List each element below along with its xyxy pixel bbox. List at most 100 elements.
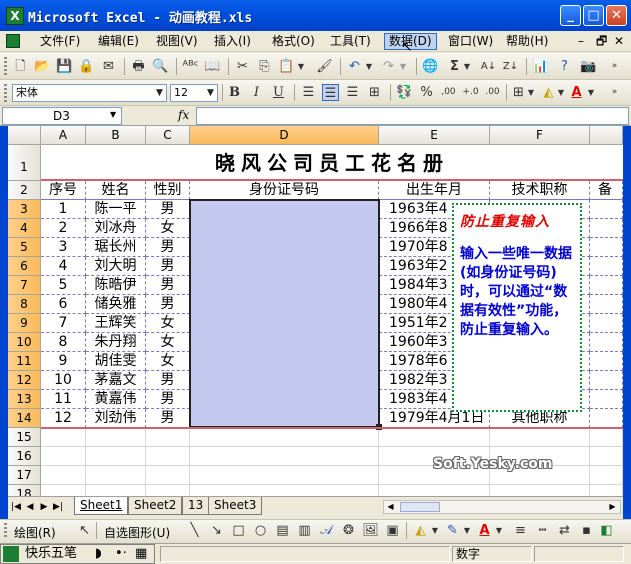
line-color-dropdown-icon[interactable]: ▼ (462, 522, 472, 539)
select-objects-icon[interactable]: ↖ (76, 522, 93, 539)
header-cell-birth[interactable]: 出生年月 (379, 181, 490, 200)
borders-dropdown-icon[interactable]: ▼ (526, 84, 536, 101)
cell-no[interactable]: 3 (41, 238, 86, 257)
cell-sex[interactable]: 男 (146, 371, 190, 390)
column-header-c[interactable]: C (146, 126, 190, 145)
research-icon[interactable]: 📖 (204, 58, 221, 75)
doc-restore-button[interactable]: 🗗 (592, 33, 611, 50)
cell-no[interactable]: 9 (41, 352, 86, 371)
header-cell-name[interactable]: 姓名 (86, 181, 146, 200)
name-box[interactable]: D3 (2, 107, 122, 125)
row-header-9[interactable]: 9 (8, 314, 41, 333)
horizontal-scrollbar[interactable]: ◀ ▶ (383, 500, 621, 514)
doc-close-button[interactable]: ✕ (610, 33, 628, 50)
format-painter-icon[interactable]: 🖌 (316, 58, 333, 75)
hyperlink-icon[interactable]: 🌐 (422, 58, 439, 75)
font-color-icon[interactable]: A (476, 522, 493, 539)
cell-remark[interactable] (590, 200, 623, 219)
column-header-f[interactable]: F (490, 126, 590, 145)
doc-minimize-button[interactable]: – (574, 33, 588, 50)
cell-remark[interactable] (590, 257, 623, 276)
select-all-corner[interactable] (8, 126, 41, 145)
cell-sex[interactable]: 女 (146, 333, 190, 352)
font-size-combo[interactable]: 12 ▼ (170, 84, 218, 102)
copy-icon[interactable]: ⎘ (256, 58, 273, 75)
underline-button[interactable]: U (270, 84, 287, 101)
font-color-dropdown-icon[interactable]: ▼ (494, 522, 504, 539)
cell-remark[interactable] (590, 238, 623, 257)
borders-icon[interactable]: ⊞ (510, 84, 527, 101)
cell-remark[interactable] (590, 409, 623, 428)
line-icon[interactable]: ╲ (186, 522, 203, 539)
cell-no[interactable]: 10 (41, 371, 86, 390)
scroll-thumb[interactable] (400, 502, 440, 512)
comma-style-button[interactable]: ,00 (440, 84, 457, 101)
menu-tools[interactable]: 工具(T) (326, 33, 375, 50)
column-header-b[interactable]: B (86, 126, 146, 145)
print-preview-icon[interactable]: 🔍 (152, 58, 169, 75)
fill-color-dropdown-icon[interactable]: ▼ (556, 84, 566, 101)
soft-keyboard-icon[interactable]: ▦ (135, 545, 147, 563)
cell-no[interactable]: 11 (41, 390, 86, 409)
cell-no[interactable]: 8 (41, 333, 86, 352)
excel-app-icon[interactable]: X (6, 7, 24, 25)
autosum-icon[interactable]: Σ (446, 58, 463, 75)
cell-no[interactable]: 7 (41, 314, 86, 333)
cell-name[interactable]: 刘冰舟 (86, 219, 146, 238)
close-button[interactable]: ✕ (606, 5, 627, 26)
cell-no[interactable]: 5 (41, 276, 86, 295)
row-header-2[interactable]: 2 (8, 181, 41, 200)
sheet-title[interactable]: 晓风公司员工花名册 (41, 145, 623, 181)
rectangle-icon[interactable]: □ (230, 522, 247, 539)
italic-button[interactable]: I (248, 84, 265, 101)
chevron-down-icon[interactable]: ▼ (204, 85, 217, 101)
font-color-icon[interactable]: A (568, 84, 585, 101)
vertical-textbox-icon[interactable]: ▥ (296, 522, 313, 539)
selected-range[interactable] (189, 199, 380, 428)
header-cell-id[interactable]: 身份证号码 (190, 181, 379, 200)
email-icon[interactable]: ✉ (100, 58, 117, 75)
scroll-left-icon[interactable]: ◀ (384, 501, 397, 513)
row-header-4[interactable]: 4 (8, 219, 41, 238)
menu-insert[interactable]: 插入(I) (210, 33, 255, 50)
undo-dropdown-icon[interactable]: ▼ (364, 58, 374, 75)
cell-name[interactable]: 陈一平 (86, 200, 146, 219)
row-header-8[interactable]: 8 (8, 295, 41, 314)
decrease-decimal-icon[interactable]: .00 (484, 84, 501, 101)
insert-function-icon[interactable]: fx (178, 108, 189, 122)
clipart-icon[interactable]: 🖼 (362, 522, 379, 539)
fill-color-icon[interactable]: ◭ (540, 84, 557, 101)
help-icon[interactable]: ? (556, 58, 573, 75)
tab-sheet3[interactable]: Sheet3 (208, 497, 263, 515)
ime-toolbar[interactable]: 快乐五笔 ◗ •· ▦ (0, 544, 155, 564)
menu-format[interactable]: 格式(O) (268, 33, 319, 50)
percent-button[interactable]: % (418, 84, 435, 101)
cell-sex[interactable]: 男 (146, 390, 190, 409)
autoshapes-menu-button[interactable]: 自选图形(U) (104, 524, 170, 541)
header-cell-no[interactable]: 序号 (41, 181, 86, 200)
cell-name[interactable]: 黄嘉伟 (86, 390, 146, 409)
line-color-icon[interactable]: ✎ (444, 522, 461, 539)
cell-sex[interactable]: 男 (146, 257, 190, 276)
toolbar-options-icon[interactable]: » (606, 58, 623, 75)
tab-13[interactable]: 13 (182, 497, 210, 515)
cell-remark[interactable] (590, 314, 623, 333)
cell-name[interactable]: 储奂雅 (86, 295, 146, 314)
cell-sex[interactable]: 男 (146, 200, 190, 219)
cell-remark[interactable] (590, 371, 623, 390)
merge-center-icon[interactable]: ⊞ (366, 84, 383, 101)
cell-sex[interactable]: 女 (146, 314, 190, 333)
cell-name[interactable]: 茅嘉文 (86, 371, 146, 390)
print-icon[interactable]: 🖶 (130, 58, 147, 75)
save-icon[interactable]: 💾 (56, 58, 73, 75)
align-left-icon[interactable]: ☰ (300, 84, 317, 101)
next-sheet-button[interactable]: ▶ (38, 501, 50, 513)
align-right-icon[interactable]: ☰ (344, 84, 361, 101)
permission-icon[interactable]: 🔒 (78, 58, 95, 75)
tab-sheet1[interactable]: Sheet1 (74, 497, 129, 515)
row-header-3[interactable]: 3 (8, 200, 41, 219)
align-center-icon[interactable]: ☰ (322, 84, 339, 101)
cell-remark[interactable] (590, 390, 623, 409)
worksheet-grid[interactable]: A B C D E F 1 2 3 4 5 6 7 8 9 10 11 12 13 14 15 16 17 18 … (8, 126, 623, 496)
sort-ascending-icon[interactable]: A↓ (480, 58, 497, 75)
